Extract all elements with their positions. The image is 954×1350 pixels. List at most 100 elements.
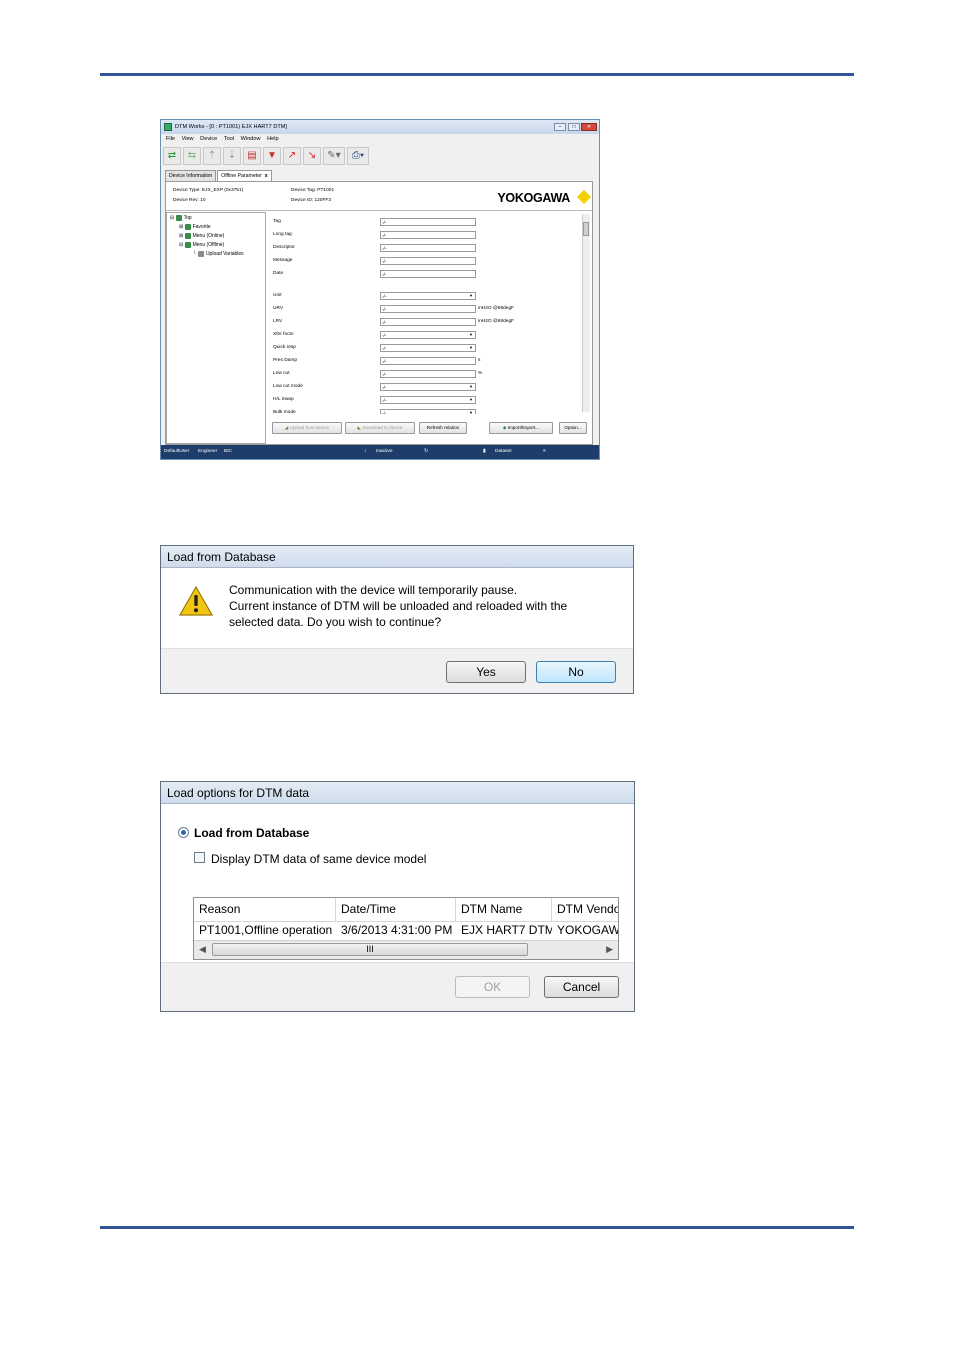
cell-reason: PT1001,Offline operation [199,923,333,937]
load-from-database-radio-label[interactable]: Load from Database [194,826,309,840]
parameter-list: Tag -/- Long tag -/- Descriptor -/- Message -/-… [267,212,593,414]
parameter-value-field[interactable]: -/- ▼ [380,383,476,391]
parameter-value-field[interactable]: -/- ▼ [380,344,476,352]
menu-view[interactable]: View [182,136,194,142]
tab-close-icon[interactable]: x [265,173,268,179]
yes-button[interactable]: Yes [446,661,526,683]
status-dataset-icon: ▮ [483,449,486,454]
column-date-time[interactable]: Date/Time [336,898,456,921]
table-header: Reason Date/Time DTM Name DTM Vendor [194,898,618,922]
download-icon[interactable]: ⇣ [223,147,241,165]
window-titlebar: DTM Works - [0 : PT1001) EJX HART7 DTM] … [161,120,599,134]
scroll-left-icon[interactable]: ◀ [199,944,206,955]
save-database-icon[interactable]: ▼ [263,147,281,165]
parameter-value-field[interactable]: -/- [380,218,476,226]
parameter-label: URV [273,306,284,311]
parameter-value-field[interactable]: -/- ▼ [380,396,476,404]
tab-offline-parameter[interactable]: Offline Parameter x [217,170,272,181]
scrollbar-thumb[interactable] [583,222,589,236]
message-line-3: selected data. Do you wish to continue? [229,615,442,629]
tab-device-information[interactable]: Device Information [165,170,217,181]
parameter-value: -/- [382,385,387,390]
dtm-data-table: Reason Date/Time DTM Name DTM Vendor PT1… [193,897,619,960]
column-dtm-vendor[interactable]: DTM Vendor [552,898,618,921]
print-dropdown-icon[interactable]: ⎙▾ [347,147,369,165]
app-icon [164,123,172,131]
parameter-value-field[interactable]: -/- ▼ [380,409,476,414]
upload-from-device-button[interactable]: ◢ Upload from device [272,422,342,434]
upload-icon[interactable]: ⇡ [203,147,221,165]
export-icon[interactable]: ↘ [303,147,321,165]
load-from-database-radio[interactable] [178,827,189,838]
parameter-value-field[interactable]: -/- ▼ [380,331,476,339]
no-button[interactable]: No [536,661,616,683]
chevron-down-icon[interactable]: ▼ [469,398,474,402]
message-line-2: Current instance of DTM will be unloaded… [229,599,568,613]
parameter-value: -/- [382,272,387,277]
parameter-label: Bulk mode [273,410,296,414]
tree-node-menu-online[interactable]: ⊞ Menu (Online) [179,232,224,240]
tool-dropdown-icon[interactable]: ✎▾ [323,147,345,165]
chevron-down-icon[interactable]: ▼ [469,294,474,298]
scrollbar-thumb[interactable]: III [212,943,528,956]
column-reason[interactable]: Reason [194,898,336,921]
column-dtm-name[interactable]: DTM Name [456,898,552,921]
chevron-down-icon[interactable]: ▼ [469,333,474,337]
cell-date-time: 3/6/2013 4:31:00 PM [341,923,453,937]
scroll-right-icon[interactable]: ▶ [606,944,613,955]
tree-label-menu-offline: Menu (Offline) [192,242,225,248]
table-horizontal-scrollbar[interactable]: ◀ III ▶ [194,940,618,959]
parameter-value-field[interactable]: -/- [380,231,476,239]
menu-online-node-icon [184,232,191,239]
cell-dtm-name: EJX HART7 DTM [461,923,552,937]
download-to-device-label: Download to device [362,425,403,430]
import-icon[interactable]: ↗ [283,147,301,165]
minimize-button[interactable]: – [554,123,566,131]
menu-help[interactable]: Help [267,136,279,142]
parameter-value-field[interactable]: -/- ▼ [380,292,476,300]
connect-icon[interactable]: ⇄ [163,147,181,165]
import-export-button[interactable]: ◆ Import/Export... [489,422,553,434]
same-model-checkbox-label[interactable]: Display DTM data of same device model [211,852,426,866]
menu-file[interactable]: File [166,136,175,142]
device-type: Device Type: EJX_EXP (0x3751) [173,188,244,193]
chevron-down-icon[interactable]: ▼ [469,346,474,350]
dialog-body: Communication with the device will tempo… [161,568,633,649]
disconnect-icon[interactable]: ⇆ [183,147,201,165]
tree-label-menu-online: Menu (Online) [192,233,225,239]
status-arrow-icon: ↕ [364,449,367,454]
parameter-value-field[interactable]: -/- [380,318,476,326]
parameter-unit: % [478,371,483,376]
parameter-value-field[interactable]: -/- [380,257,476,265]
tree-label-top: Top [183,215,192,221]
maximize-button[interactable]: □ [568,123,580,131]
download-to-device-button[interactable]: ◣ Download to device [345,422,415,434]
menu-bar: File View Device Tool Window Help [161,134,599,144]
load-database-icon[interactable]: ▤ [243,147,261,165]
menu-tool[interactable]: Tool [224,136,234,142]
parameter-value-field[interactable]: -/- [380,370,476,378]
parameter-value-field[interactable]: -/- [380,244,476,252]
ok-button[interactable]: OK [455,976,530,998]
cancel-button[interactable]: Cancel [544,976,619,998]
tree-node-top[interactable]: ⊟ Top [170,214,192,222]
parameter-label: H/L Swap [273,397,294,402]
parameter-value-field[interactable]: -/- [380,305,476,313]
tree-node-favorite[interactable]: ⊞ Favorite [179,223,211,231]
parameter-value-field[interactable]: -/- [380,270,476,278]
menu-device[interactable]: Device [200,136,217,142]
option-button[interactable]: Option... [559,422,587,434]
top-node-icon [175,214,182,221]
parameter-scrollbar[interactable] [582,214,590,412]
close-button[interactable]: ✕ [581,123,597,131]
tree-node-menu-offline[interactable]: ⊟ Menu (Offline) [179,241,224,249]
tree-node-upload-variables[interactable]: └ Upload Variables [193,250,244,258]
chevron-down-icon[interactable]: ▼ [469,411,474,415]
chevron-down-icon[interactable]: ▼ [469,385,474,389]
refresh-relation-button[interactable]: Refresh relation [419,422,467,434]
parameter-label: Quick resp [273,345,296,350]
menu-window[interactable]: Window [241,136,261,142]
parameter-label: Unit [273,293,282,298]
same-model-checkbox[interactable] [194,852,205,863]
parameter-value-field[interactable]: -/- [380,357,476,365]
